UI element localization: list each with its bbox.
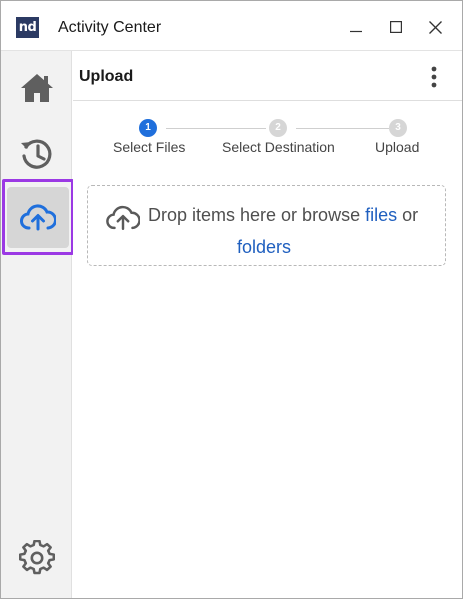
step-1-label: Select Files xyxy=(113,139,186,155)
step-connector-2-3 xyxy=(296,128,389,129)
browse-folders-link[interactable]: folders xyxy=(237,237,291,257)
sidebar-item-upload[interactable] xyxy=(2,179,74,255)
more-vertical-icon xyxy=(431,66,437,88)
step-2-indicator: 2 xyxy=(269,119,287,137)
more-options-button[interactable] xyxy=(423,64,445,90)
browse-files-link[interactable]: files xyxy=(365,205,397,225)
close-icon xyxy=(428,20,442,34)
history-icon xyxy=(20,139,51,169)
step-3-indicator: 3 xyxy=(389,119,407,137)
minimize-icon xyxy=(350,30,362,33)
dropzone-text-line2: folders xyxy=(237,237,291,258)
content-header: Upload xyxy=(73,51,462,101)
step-2-label: Select Destination xyxy=(222,139,335,155)
cloud-upload-icon xyxy=(20,204,56,231)
main-content: Upload 1 2 3 Select Files Select Destina… xyxy=(73,51,462,598)
gear-icon xyxy=(18,540,55,575)
maximize-button[interactable] xyxy=(381,12,411,42)
step-connector-1-2 xyxy=(166,128,266,129)
upload-dropzone[interactable]: Drop items here or browse files or folde… xyxy=(87,185,446,266)
sidebar-item-home[interactable] xyxy=(1,65,72,111)
window-title: Activity Center xyxy=(58,19,162,36)
sidebar xyxy=(1,51,74,598)
dropzone-or: or xyxy=(402,205,419,225)
upload-selected-background xyxy=(7,186,69,248)
step-3-label: Upload xyxy=(375,139,420,155)
dropzone-instruction: Drop items here or browse xyxy=(148,205,361,225)
dropzone-text: Drop items here or browse files or xyxy=(148,205,418,226)
cloud-upload-icon xyxy=(106,205,140,231)
page-title: Upload xyxy=(79,68,134,85)
sidebar-item-settings[interactable] xyxy=(1,535,72,581)
sidebar-item-history[interactable] xyxy=(1,131,72,177)
minimize-button[interactable] xyxy=(341,12,371,42)
close-button[interactable] xyxy=(420,12,450,42)
maximize-icon xyxy=(390,21,402,33)
title-bar: nd Activity Center xyxy=(1,1,462,51)
activity-center-window: nd Activity Center Upload 1 2 3 Select F… xyxy=(0,0,463,599)
home-icon xyxy=(20,74,53,102)
app-logo: nd xyxy=(16,17,39,38)
step-1-indicator: 1 xyxy=(139,119,157,137)
